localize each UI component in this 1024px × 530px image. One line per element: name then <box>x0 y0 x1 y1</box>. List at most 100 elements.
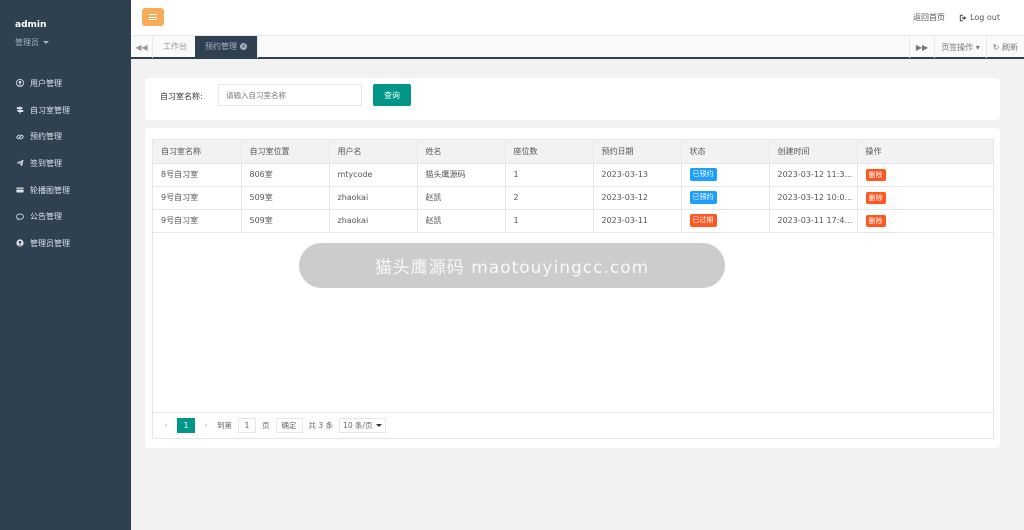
sidebar-item-label: 签到管理 <box>30 158 62 168</box>
tab-reservations[interactable]: 预约管理 × <box>195 36 258 58</box>
column-header: 座位数 <box>505 140 594 164</box>
column-header: 操作 <box>857 140 993 164</box>
cell-seats: 2 <box>505 186 594 210</box>
table-panel: 自习室名称 自习室位置 用户名 姓名 座位数 预约日期 状态 创建时间 操作 8… <box>145 128 1000 448</box>
tab-scroll-right-button[interactable]: ▶▶ <box>908 36 934 58</box>
tab-scroll-left-button[interactable]: ◀◀ <box>131 36 153 58</box>
table-row: 8号自习室 806室 mtycode 猫头鹰源码 1 2023-03-13 已预… <box>153 163 993 187</box>
cell-date: 2023-03-13 <box>593 163 682 187</box>
page-unit: 页 <box>262 421 270 430</box>
tab-ops-dropdown[interactable]: 页签操作 ▾ <box>934 36 986 58</box>
cell-action: 删除 <box>857 163 993 187</box>
sidebar-item-carousel[interactable]: 轮播图管理 <box>0 177 131 204</box>
cell-name: 猫头鹰源码 <box>417 163 506 187</box>
column-header: 预约日期 <box>593 140 682 164</box>
caret-down-icon <box>43 41 49 44</box>
tab-bar: ◀◀ 工作台 预约管理 × ▶▶ 页签操作 ▾ ↻ 刷新 <box>131 35 1024 59</box>
sidebar-item-notices[interactable]: 公告管理 <box>0 203 131 230</box>
sidebar-item-label: 用户管理 <box>30 78 62 88</box>
delete-button[interactable]: 删除 <box>865 168 886 181</box>
sidebar-nav: 用户管理 自习室管理 预约管理 签到管理 轮播图管理 公告管理 管理员管理 <box>0 70 131 257</box>
sidebar: admin 管理员 用户管理 自习室管理 预约管理 签到管理 轮播图管理 公告管… <box>0 0 131 530</box>
cell-status: 已过期 <box>681 209 770 233</box>
cell-location: 806室 <box>241 163 330 187</box>
cell-username: mtycode <box>329 163 418 187</box>
paper-plane-icon <box>15 158 25 168</box>
signpost-icon <box>15 105 25 115</box>
sidebar-item-label: 预约管理 <box>30 132 62 142</box>
tab-bar-actions: ▶▶ 页签操作 ▾ ↻ 刷新 <box>908 36 1024 58</box>
cell-date: 2023-03-12 <box>593 186 682 210</box>
caret-down-icon: ▾ <box>975 42 980 52</box>
cell-seats: 1 <box>505 163 594 187</box>
cell-name: 赵凯 <box>417 209 506 233</box>
toast-message: 猫头鹰源码 maotouyingcc.com <box>299 243 725 288</box>
tab-label: 预约管理 <box>205 42 237 51</box>
page-size-value: 10 条/页 <box>343 421 373 430</box>
link-icon <box>15 132 25 142</box>
sidebar-item-label: 轮播图管理 <box>30 185 70 195</box>
backward-icon: ◀◀ <box>135 42 148 52</box>
user-shield-icon <box>15 238 25 248</box>
tab-label: 工作台 <box>163 42 187 51</box>
logout-link[interactable]: Log out <box>959 12 1000 23</box>
forward-icon: ▶▶ <box>915 42 929 52</box>
cell-created: 2023-03-12 10:0... <box>769 186 858 210</box>
cell-created: 2023-03-11 17:4... <box>769 209 858 233</box>
close-tab-icon[interactable]: × <box>240 43 247 50</box>
cell-username: zhaokai <box>329 186 418 210</box>
prev-page-icon[interactable]: ‹ <box>161 421 171 431</box>
status-badge: 已预约 <box>689 168 717 181</box>
cell-created: 2023-03-12 11:3... <box>769 163 858 187</box>
tab-dashboard[interactable]: 工作台 <box>153 36 198 58</box>
back-home-link[interactable]: 返回首页 <box>913 12 945 23</box>
top-bar: 返回首页 Log out <box>131 0 1024 35</box>
total-count: 共 3 条 <box>308 421 334 430</box>
column-header: 姓名 <box>417 140 506 164</box>
sidebar-item-label: 管理员管理 <box>30 238 70 248</box>
column-header: 自习室位置 <box>241 140 330 164</box>
sidebar-item-admins[interactable]: 管理员管理 <box>0 230 131 257</box>
refresh-icon: ↻ <box>992 42 1000 52</box>
user-role-dropdown[interactable]: 管理员 <box>15 37 49 48</box>
chevron-down-icon <box>375 424 382 427</box>
sidebar-item-label: 公告管理 <box>30 212 62 222</box>
user-info: admin 管理员 <box>15 20 49 48</box>
goto-page-input[interactable]: 1 <box>238 418 256 433</box>
room-name-input[interactable] <box>218 84 362 106</box>
cell-location: 509室 <box>241 186 330 210</box>
sidebar-item-users[interactable]: 用户管理 <box>0 70 131 97</box>
credit-card-icon <box>15 185 25 195</box>
goto-confirm-button[interactable]: 确定 <box>275 418 303 433</box>
menu-toggle-button[interactable] <box>142 8 164 26</box>
cell-location: 509室 <box>241 209 330 233</box>
logout-label: Log out <box>970 13 1000 22</box>
page-size-select[interactable]: 10 条/页 <box>339 418 386 433</box>
sidebar-item-checkin[interactable]: 签到管理 <box>0 150 131 177</box>
status-badge: 已过期 <box>689 214 717 227</box>
pagination: ‹ 1 › 到第 1 页 确定 共 3 条 10 条/页 <box>153 412 993 438</box>
cell-seats: 1 <box>505 209 594 233</box>
user-role: 管理员 <box>15 38 39 47</box>
column-header: 状态 <box>681 140 770 164</box>
username: admin <box>15 20 47 30</box>
sidebar-item-label: 自习室管理 <box>30 105 70 115</box>
search-button[interactable]: 查询 <box>373 84 411 106</box>
refresh-button[interactable]: ↻ 刷新 <box>985 36 1024 58</box>
table-header-row: 自习室名称 自习室位置 用户名 姓名 座位数 预约日期 状态 创建时间 操作 <box>153 140 993 164</box>
sidebar-item-rooms[interactable]: 自习室管理 <box>0 97 131 124</box>
next-page-icon[interactable]: › <box>201 421 211 431</box>
goto-label: 到第 <box>217 421 232 430</box>
sidebar-item-reservations[interactable]: 预约管理 <box>0 123 131 150</box>
search-panel: 自习室名称: 查询 <box>145 78 1000 120</box>
delete-button[interactable]: 删除 <box>865 214 886 227</box>
top-actions: 返回首页 Log out <box>913 12 1000 23</box>
delete-button[interactable]: 删除 <box>865 191 886 204</box>
cell-name: 赵凯 <box>417 186 506 210</box>
data-table-wrapper: 自习室名称 自习室位置 用户名 姓名 座位数 预约日期 状态 创建时间 操作 8… <box>152 139 994 439</box>
cell-status: 已预约 <box>681 163 770 187</box>
hamburger-icon <box>149 14 157 20</box>
user-circle-icon <box>15 78 25 88</box>
current-page[interactable]: 1 <box>177 418 195 433</box>
search-label: 自习室名称: <box>160 92 203 101</box>
